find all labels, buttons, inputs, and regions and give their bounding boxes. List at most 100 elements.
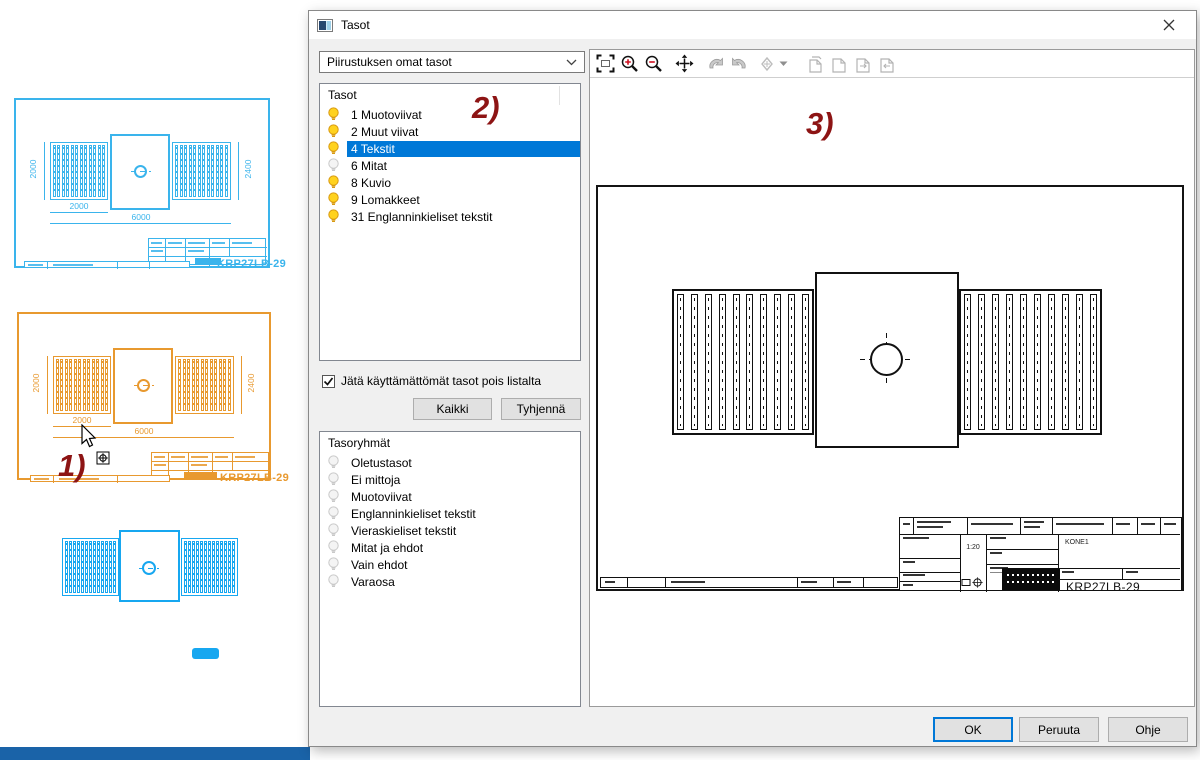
group-row[interactable]: Muotoviivat: [320, 488, 580, 505]
layer-off-bulb-icon[interactable]: [327, 574, 340, 589]
copy-page-icon[interactable]: [827, 53, 851, 75]
layer-row-label[interactable]: 6 Mitat: [347, 158, 391, 174]
group-row[interactable]: Englanninkieliset tekstit: [320, 505, 580, 522]
slat: [774, 294, 781, 430]
layer-on-bulb-icon[interactable]: [327, 141, 340, 156]
hole-crosshair: [131, 171, 151, 172]
copy-page-icon[interactable]: [803, 53, 827, 75]
group-row-label[interactable]: Mitat ja ehdot: [347, 540, 427, 556]
slat: [1006, 294, 1013, 430]
layer-off-bulb-icon[interactable]: [327, 489, 340, 504]
layer-off-bulb-icon[interactable]: [327, 557, 340, 572]
slat: [211, 145, 214, 197]
center-target-icon[interactable]: [758, 53, 776, 75]
zoom-in-icon[interactable]: [617, 53, 641, 75]
layer-row[interactable]: 9 Lomakkeet: [320, 191, 580, 208]
layer-off-bulb-icon[interactable]: [327, 455, 340, 470]
copy-page-icon[interactable]: [851, 53, 875, 75]
part-right-wing: [175, 356, 234, 414]
group-row-label[interactable]: Varaosa: [347, 574, 399, 590]
dim-label: 2000: [28, 151, 38, 187]
group-row-label[interactable]: Oletustasot: [347, 455, 416, 471]
layer-on-bulb-icon[interactable]: [327, 107, 340, 122]
drawing-number: KRP27LB-29: [1066, 580, 1140, 594]
slat: [92, 359, 95, 411]
ok-button[interactable]: OK: [933, 717, 1013, 742]
slat: [746, 294, 753, 430]
layers-list[interactable]: Tasot 1 Muotoviivat 2 Muut viivat 4 Teks…: [319, 83, 581, 361]
pan-icon[interactable]: [672, 53, 696, 75]
slat: [223, 359, 226, 411]
group-row-label[interactable]: Ei mittoja: [347, 472, 404, 488]
rotate-right-icon[interactable]: [727, 53, 751, 75]
layer-row[interactable]: 2 Muut viivat: [320, 123, 580, 140]
slat: [1048, 294, 1055, 430]
group-row[interactable]: Oletustasot: [320, 454, 580, 471]
layer-on-bulb-icon[interactable]: [327, 175, 340, 190]
group-row[interactable]: Vieraskieliset tekstit: [320, 522, 580, 539]
layer-on-bulb-icon[interactable]: [327, 209, 340, 224]
layer-row[interactable]: 6 Mitat: [320, 157, 580, 174]
slat: [198, 145, 201, 197]
layer-row-label[interactable]: 1 Muotoviivat: [347, 107, 426, 123]
layers-dialog: Tasot Piirustuksen omat tasot Tasot 1 Mu…: [308, 10, 1197, 747]
layer-row[interactable]: 8 Kuvio: [320, 174, 580, 191]
layer-on-bulb-icon[interactable]: [327, 192, 340, 207]
part-right-wing: [181, 538, 238, 596]
dialog-title: Tasot: [341, 18, 370, 32]
group-row-label[interactable]: Vieraskieliset tekstit: [347, 523, 460, 539]
revision-strip: [30, 475, 170, 482]
slat: [220, 541, 223, 593]
all-button[interactable]: Kaikki: [413, 398, 492, 420]
dim-label: 6000: [94, 426, 194, 436]
hide-unused-checkbox-row[interactable]: Jätä käyttämättömät tasot pois listalta: [322, 374, 541, 388]
help-button[interactable]: Ohje: [1108, 717, 1188, 742]
layer-row[interactable]: 31 Englanninkieliset tekstit: [320, 208, 580, 225]
layer-row[interactable]: 4 Tekstit: [320, 140, 580, 157]
slat: [101, 541, 104, 593]
layer-groups-list[interactable]: Tasoryhmät Oletustasot Ei mittoja Muotov…: [319, 431, 581, 707]
layer-scope-dropdown[interactable]: Piirustuksen omat tasot: [319, 51, 585, 73]
dropdown-caret-icon[interactable]: [776, 53, 790, 75]
close-icon: [1163, 19, 1175, 31]
layer-row-label[interactable]: 2 Muut viivat: [347, 124, 422, 140]
cyan-chip: [192, 648, 219, 659]
slat: [216, 145, 219, 197]
layer-on-bulb-icon[interactable]: [327, 124, 340, 139]
group-row-label[interactable]: Muotoviivat: [347, 489, 416, 505]
group-row[interactable]: Mitat ja ehdot: [320, 539, 580, 556]
slat: [760, 294, 767, 430]
slat: [201, 359, 204, 411]
layer-off-bulb-icon[interactable]: [327, 158, 340, 173]
dialog-titlebar[interactable]: Tasot: [309, 11, 1196, 39]
dim-line: [241, 356, 242, 414]
slat: [184, 145, 187, 197]
slat: [178, 359, 181, 411]
cancel-button[interactable]: Peruuta: [1019, 717, 1099, 742]
group-row-label[interactable]: Vain ehdot: [347, 557, 412, 573]
slat: [691, 294, 698, 430]
group-row[interactable]: Vain ehdot: [320, 556, 580, 573]
group-row-label[interactable]: Englanninkieliset tekstit: [347, 506, 480, 522]
zoom-out-icon[interactable]: [641, 53, 665, 75]
slat: [992, 294, 999, 430]
clear-button[interactable]: Tyhjennä: [501, 398, 581, 420]
zoom-window-icon[interactable]: [593, 53, 617, 75]
layer-off-bulb-icon[interactable]: [327, 523, 340, 538]
checkbox[interactable]: [322, 375, 335, 388]
mouse-cursor-icon: [80, 424, 98, 449]
layer-row-label[interactable]: 4 Tekstit: [347, 141, 580, 157]
copy-page-icon[interactable]: [875, 53, 899, 75]
group-row[interactable]: Varaosa: [320, 573, 580, 590]
layer-off-bulb-icon[interactable]: [327, 540, 340, 555]
layer-row-label[interactable]: 31 Englanninkieliset tekstit: [347, 209, 496, 225]
layer-row-label[interactable]: 9 Lomakkeet: [347, 192, 424, 208]
rotate-left-icon[interactable]: [703, 53, 727, 75]
layer-row[interactable]: 1 Muotoviivat: [320, 106, 580, 123]
close-button[interactable]: [1150, 11, 1188, 39]
group-row[interactable]: Ei mittoja: [320, 471, 580, 488]
layer-row-label[interactable]: 8 Kuvio: [347, 175, 395, 191]
layer-off-bulb-icon[interactable]: [327, 472, 340, 487]
layer-off-bulb-icon[interactable]: [327, 506, 340, 521]
dim-label: 2000: [50, 201, 108, 211]
